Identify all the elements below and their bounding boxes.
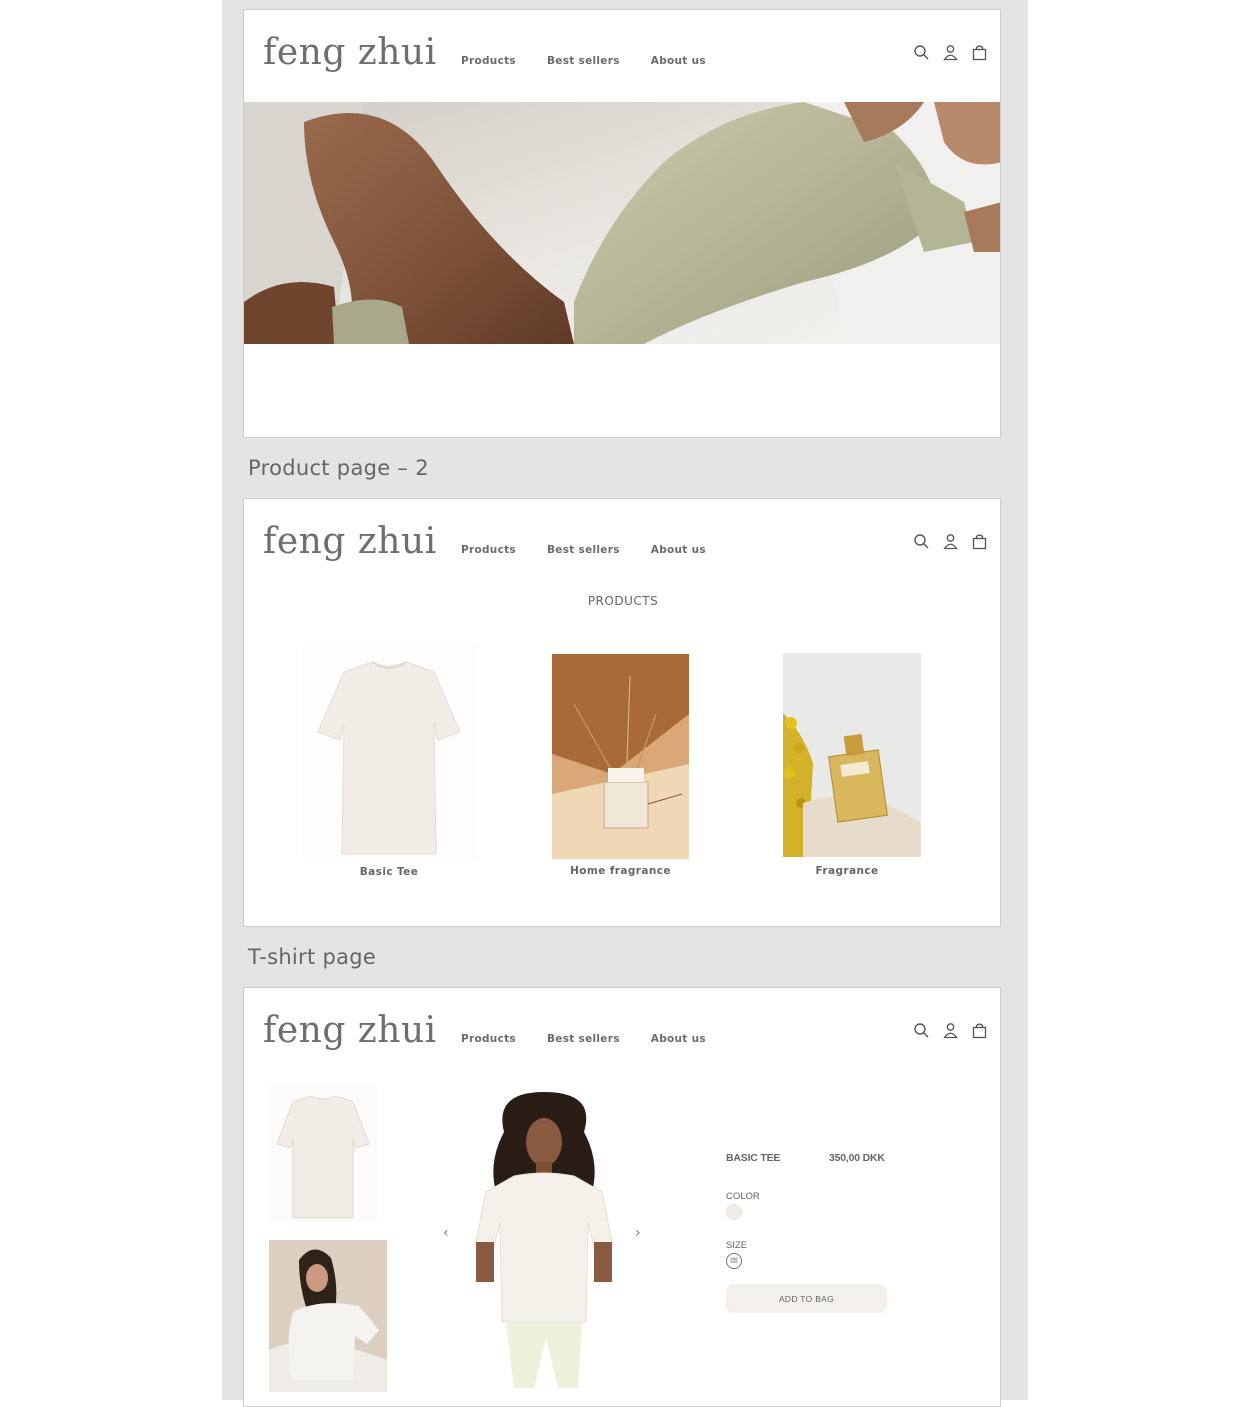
search-icon[interactable] (913, 1022, 930, 1039)
thumbnail-tee[interactable] (269, 1086, 377, 1222)
color-swatch[interactable] (726, 1204, 742, 1220)
nav-best-sellers[interactable]: Best sellers (547, 55, 620, 67)
size-option-label: ONE SIZE (730, 1256, 738, 1264)
product-name: BASIC TEE (726, 1152, 781, 1164)
user-icon[interactable] (942, 1022, 959, 1039)
bag-icon[interactable] (971, 1022, 988, 1039)
hero-image (244, 102, 1000, 344)
nav-about-us[interactable]: About us (651, 544, 706, 556)
header-icons (913, 1022, 988, 1039)
product-label-home-fragrance[interactable]: Home fragrance (552, 865, 689, 877)
header-icons (913, 44, 988, 61)
thumbnail-model[interactable] (269, 1240, 387, 1392)
header-icons (913, 533, 988, 550)
brand-logo[interactable]: feng zhui (263, 32, 437, 73)
nav-products[interactable]: Products (461, 1033, 516, 1045)
product-card-basic-tee[interactable] (302, 642, 476, 862)
nav-about-us[interactable]: About us (651, 1033, 706, 1045)
bag-icon[interactable] (971, 533, 988, 550)
home-frame: feng zhui Products Best sellers About us (243, 9, 1001, 438)
main-product-image (474, 1092, 614, 1392)
user-icon[interactable] (942, 44, 959, 61)
product-price: 350,00 DKK (829, 1152, 885, 1164)
nav-best-sellers[interactable]: Best sellers (547, 544, 620, 556)
product-label-basic-tee[interactable]: Basic Tee (302, 866, 476, 878)
carousel-prev-arrow[interactable]: ‹ (443, 1225, 449, 1241)
size-label: SIZE (726, 1240, 748, 1251)
product-card-home-fragrance[interactable] (552, 654, 689, 859)
add-to-bag-button[interactable]: ADD TO BAG (726, 1284, 887, 1313)
brand-logo[interactable]: feng zhui (263, 1010, 437, 1051)
nav-products[interactable]: Products (461, 55, 516, 67)
search-icon[interactable] (913, 533, 930, 550)
product-card-fragrance[interactable] (783, 653, 921, 857)
search-icon[interactable] (913, 44, 930, 61)
main-nav: Products Best sellers About us (461, 1033, 706, 1045)
product-label-fragrance[interactable]: Fragrance (783, 865, 911, 877)
products-frame: feng zhui Products Best sellers About us… (243, 498, 1001, 927)
brand-logo[interactable]: feng zhui (263, 521, 437, 562)
nav-products[interactable]: Products (461, 544, 516, 556)
main-nav: Products Best sellers About us (461, 55, 706, 67)
products-heading: PRODUCTS (587, 594, 659, 608)
tshirt-frame: feng zhui Products Best sellers About us… (243, 987, 1001, 1407)
user-icon[interactable] (942, 533, 959, 550)
nav-best-sellers[interactable]: Best sellers (547, 1033, 620, 1045)
nav-about-us[interactable]: About us (651, 55, 706, 67)
main-nav: Products Best sellers About us (461, 544, 706, 556)
color-label: COLOR (726, 1191, 760, 1202)
frame-label-product-page: Product page – 2 (248, 456, 429, 480)
size-option[interactable]: ONE SIZE (726, 1253, 742, 1269)
frame-label-tshirt-page: T-shirt page (248, 945, 377, 969)
carousel-next-arrow[interactable]: › (635, 1225, 641, 1241)
bag-icon[interactable] (971, 44, 988, 61)
